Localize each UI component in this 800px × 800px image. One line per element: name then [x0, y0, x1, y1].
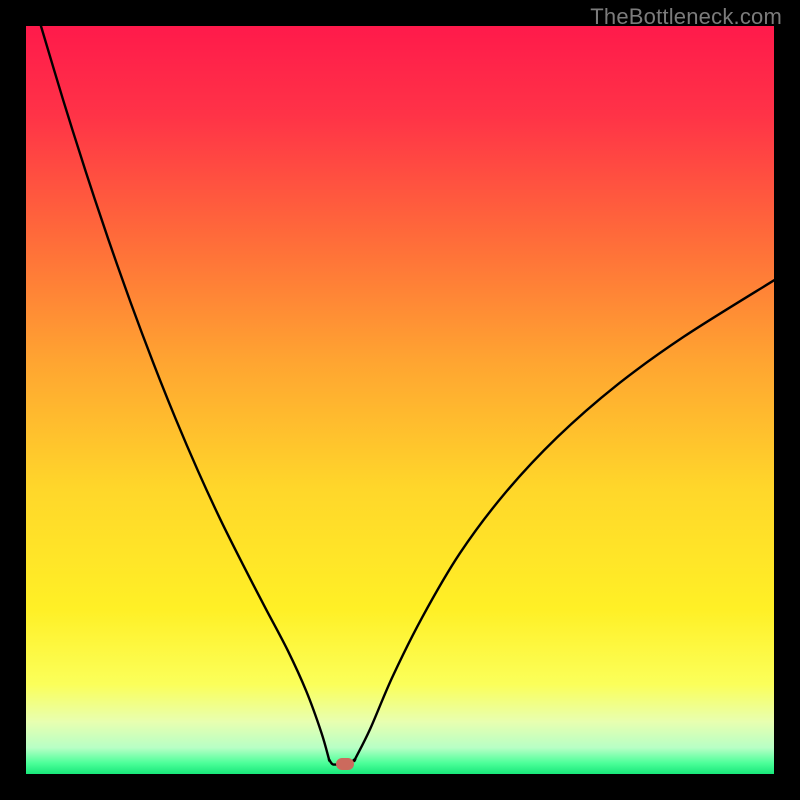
watermark-text: TheBottleneck.com	[590, 4, 782, 30]
plot-area	[26, 26, 774, 774]
optimal-point-marker	[336, 758, 354, 770]
plot-svg	[26, 26, 774, 774]
chart-frame: TheBottleneck.com	[0, 0, 800, 800]
